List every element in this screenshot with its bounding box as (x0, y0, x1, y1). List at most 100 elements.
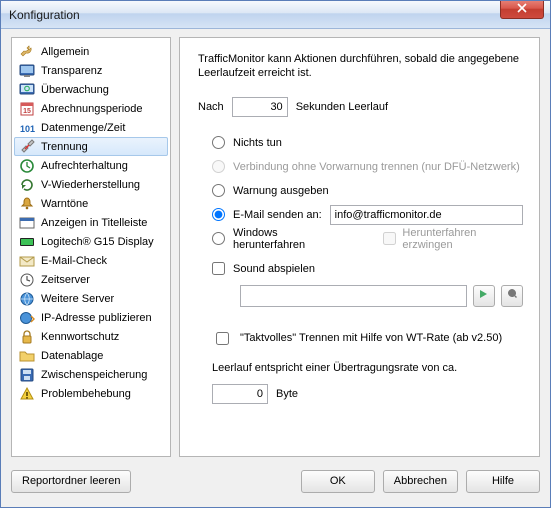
checkbox-sound[interactable] (212, 262, 225, 275)
globe-icon (19, 291, 35, 307)
lcd-icon (19, 234, 35, 250)
sidebar-item-kennwort[interactable]: Kennwortschutz (14, 327, 168, 346)
option-disconnect: Verbindung ohne Vorwarnung trennen (nur … (212, 155, 523, 179)
checkbox-force-shutdown (383, 232, 396, 245)
option-shutdown-row: Windows herunterfahren Herunterfahren er… (212, 227, 523, 251)
idle-equiv-label: Leerlauf entspricht einer Übertragungsra… (212, 362, 457, 374)
monitor-icon (19, 63, 35, 79)
byte-unit: Byte (276, 388, 298, 400)
sidebar-item-warntoene[interactable]: Warntöne (14, 194, 168, 213)
sidebar-item-trennung[interactable]: Trennung (14, 137, 168, 156)
tactful-label: "Taktvolles" Trennen mit Hilfe von WT-Ra… (240, 332, 502, 344)
titlebar: Konfiguration (1, 1, 550, 29)
sidebar-item-datenablage[interactable]: Datenablage (14, 346, 168, 365)
ok-button[interactable]: OK (301, 470, 375, 493)
sidebar-item-label: Logitech® G15 Display (41, 236, 154, 248)
option-warn[interactable]: Warnung ausgeben (212, 179, 523, 203)
sidebar-item-label: Weitere Server (41, 293, 114, 305)
content-panel: TrafficMonitor kann Aktionen durchführen… (179, 37, 540, 457)
footer: Reportordner leeren OK Abbrechen Hilfe (11, 465, 540, 497)
sidebar-item-zwischenspeicherung[interactable]: Zwischenspeicherung (14, 365, 168, 384)
sidebar-item-zeitserver[interactable]: Zeitserver (14, 270, 168, 289)
byte-row: Byte (212, 384, 523, 404)
sidebar-item-label: Kennwortschutz (41, 331, 119, 343)
globe-up-icon (19, 310, 35, 326)
window-title: Konfiguration (9, 8, 544, 22)
option-label: Sound abspielen (233, 263, 315, 275)
sidebar-item-logitech[interactable]: Logitech® G15 Display (14, 232, 168, 251)
email-input[interactable] (330, 205, 523, 225)
radio-email[interactable] (212, 208, 225, 221)
save-icon (19, 367, 35, 383)
sound-path-row (240, 285, 523, 307)
radio-shutdown[interactable] (212, 232, 225, 245)
sidebar-item-label: Anzeigen in Titelleiste (41, 217, 147, 229)
option-label: Verbindung ohne Vorwarnung trennen (nur … (233, 161, 520, 173)
sidebar-item-titelleiste[interactable]: Anzeigen in Titelleiste (14, 213, 168, 232)
clear-report-button[interactable]: Reportordner leeren (11, 470, 131, 493)
sidebar-item-label: Überwachung (41, 84, 109, 96)
option-nothing[interactable]: Nichts tun (212, 131, 523, 155)
sidebar-item-label: Warntöne (41, 198, 88, 210)
radio-warn[interactable] (212, 184, 225, 197)
sidebar-item-label: Datenmenge/Zeit (41, 122, 125, 134)
digits-icon: 101 (19, 120, 35, 136)
watch-icon (19, 82, 35, 98)
sidebar-item-label: E-Mail-Check (41, 255, 107, 267)
sidebar-item-label: Zwischenspeicherung (41, 369, 147, 381)
lock-icon (19, 329, 35, 345)
calendar-icon: 15 (19, 101, 35, 117)
sidebar-item-transparenz[interactable]: Transparenz (14, 61, 168, 80)
config-window: Konfiguration Allgemein Transparenz (0, 0, 551, 508)
sidebar-item-label: Trennung (41, 141, 88, 153)
idle-equiv-row: Leerlauf entspricht einer Übertragungsra… (212, 362, 523, 404)
svg-text:101: 101 (20, 124, 35, 134)
after-label: Nach (198, 101, 224, 113)
close-button[interactable] (500, 1, 544, 19)
option-sound[interactable]: Sound abspielen (212, 257, 523, 281)
close-icon (517, 3, 527, 16)
sidebar-item-allgemein[interactable]: Allgemein (14, 42, 168, 61)
sidebar-item-ip-publizieren[interactable]: IP-Adresse publizieren (14, 308, 168, 327)
sidebar-item-label: Abrechnungsperiode (41, 103, 143, 115)
help-button[interactable]: Hilfe (466, 470, 540, 493)
clock-icon (19, 272, 35, 288)
keepalive-icon (19, 158, 35, 174)
sidebar-item-problembehebung[interactable]: Problembehebung (14, 384, 168, 403)
cancel-button[interactable]: Abbrechen (383, 470, 458, 493)
disconnect-icon (19, 139, 35, 155)
radio-disconnect (212, 160, 225, 173)
action-options: Nichts tun Verbindung ohne Vorwarnung tr… (212, 131, 523, 307)
radio-nothing[interactable] (212, 136, 225, 149)
sidebar-item-label: Datenablage (41, 350, 103, 362)
sidebar-item-label: Zeitserver (41, 274, 90, 286)
wrench-icon (19, 44, 35, 60)
checkbox-tactful[interactable] (216, 332, 229, 345)
option-email: E-Mail senden an: (212, 203, 523, 227)
play-sound-button[interactable] (473, 285, 495, 307)
sidebar-item-label: Allgemein (41, 46, 89, 58)
sidebar-item-ueberwachung[interactable]: Überwachung (14, 80, 168, 99)
sidebar-item-aufrechterhaltung[interactable]: Aufrechterhaltung (14, 156, 168, 175)
sidebar-item-abrechnungsperiode[interactable]: 15 Abrechnungsperiode (14, 99, 168, 118)
warning-icon (19, 386, 35, 402)
sound-path-input[interactable] (240, 285, 467, 307)
idle-seconds-input[interactable] (232, 97, 288, 117)
option-label: Windows herunterfahren (233, 227, 347, 251)
reconnect-icon (19, 177, 35, 193)
titlebar-icon (19, 215, 35, 231)
sidebar: Allgemein Transparenz Überwachung 15 Abr… (11, 37, 171, 457)
tactful-row: "Taktvolles" Trennen mit Hilfe von WT-Ra… (212, 329, 523, 348)
folder-icon (19, 348, 35, 364)
sidebar-item-datenmenge[interactable]: 101 Datenmenge/Zeit (14, 118, 168, 137)
sidebar-item-label: V-Wiederherstellung (41, 179, 140, 191)
byte-input[interactable] (212, 384, 268, 404)
intro-text: TrafficMonitor kann Aktionen durchführen… (198, 52, 523, 81)
option-label: Warnung ausgeben (233, 185, 329, 197)
play-icon (478, 288, 490, 303)
sidebar-item-emailcheck[interactable]: E-Mail-Check (14, 251, 168, 270)
sidebar-item-weitere-server[interactable]: Weitere Server (14, 289, 168, 308)
option-label: E-Mail senden an: (233, 209, 322, 221)
browse-sound-button[interactable] (501, 285, 523, 307)
sidebar-item-vwiederherstellung[interactable]: V-Wiederherstellung (14, 175, 168, 194)
